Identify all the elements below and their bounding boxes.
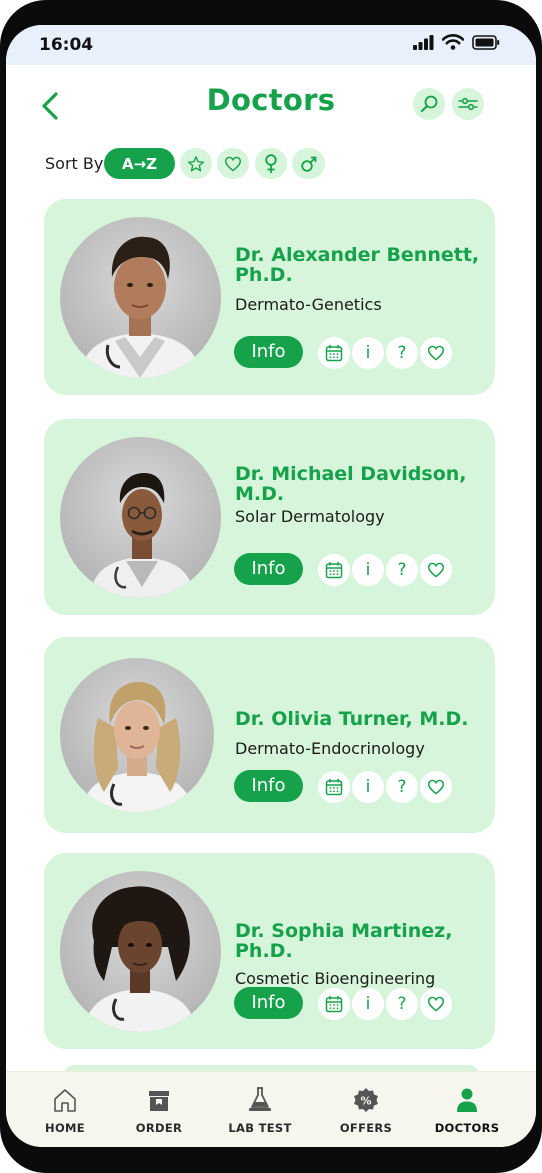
doctor-name: Dr. Sophia Martinez, Ph.D. — [235, 920, 453, 962]
book-appointment-button[interactable] — [318, 554, 350, 586]
doctor-card[interactable]: Dr. Olivia Turner, M.D. Dermato-Endocrin… — [44, 637, 495, 833]
doctor-name: Dr. Michael Davidson, M.D. — [235, 463, 467, 505]
home-icon — [54, 1089, 76, 1112]
doctor-portrait-image — [84, 886, 196, 1032]
nav-label: LAB TEST — [228, 1121, 292, 1135]
sort-label: Sort By — [45, 154, 104, 173]
nav-item-doctors[interactable]: DOCTORS — [417, 1072, 517, 1147]
info-button[interactable]: Info — [234, 336, 303, 368]
details-button[interactable]: i — [352, 337, 384, 369]
nav-label: ORDER — [135, 1121, 183, 1135]
doctor-name: Dr. Alexander Bennett, Ph.D. — [235, 244, 480, 286]
doctor-specialty: Dermato-Genetics — [235, 295, 382, 314]
doctor-card[interactable]: Dr. Michael Davidson, M.D. Solar Dermato… — [44, 419, 495, 615]
star-icon — [187, 155, 205, 171]
discount-badge-icon: % — [354, 1088, 378, 1112]
heart-icon — [427, 779, 445, 795]
info-button[interactable]: Info — [234, 770, 303, 802]
details-button[interactable]: i — [352, 554, 384, 586]
calendar-icon — [325, 562, 343, 579]
person-icon — [457, 1088, 477, 1112]
details-button[interactable]: i — [352, 988, 384, 1020]
info-button[interactable]: Info — [234, 987, 303, 1019]
calendar-icon — [325, 779, 343, 796]
sort-favorites-chip[interactable] — [217, 148, 249, 179]
doctor-portrait-image — [82, 682, 192, 812]
question-icon: ? — [397, 994, 407, 1014]
nav-item-lab-test[interactable]: LAB TEST — [210, 1072, 310, 1147]
sliders-icon — [458, 97, 478, 111]
cellular-signal-icon — [413, 34, 434, 50]
svg-text:%: % — [360, 1095, 371, 1108]
favorite-button[interactable] — [420, 988, 452, 1020]
doctor-avatar — [60, 217, 221, 378]
info-icon: i — [365, 994, 371, 1014]
doctor-portrait-image — [90, 473, 194, 598]
question-button[interactable]: ? — [386, 771, 418, 803]
favorite-button[interactable] — [420, 337, 452, 369]
details-button[interactable]: i — [352, 771, 384, 803]
search-button[interactable] — [413, 88, 445, 120]
sort-male-chip[interactable] — [292, 148, 325, 179]
nav-label: OFFERS — [339, 1121, 393, 1135]
calendar-icon — [325, 345, 343, 362]
wifi-icon — [442, 34, 464, 50]
doctor-avatar — [60, 658, 214, 812]
doctor-avatar — [60, 871, 221, 1032]
heart-icon — [427, 562, 445, 578]
phone-frame: 16:04 Doctors Sort By A→Z Dr. Alexander … — [0, 0, 542, 1173]
book-appointment-button[interactable] — [318, 988, 350, 1020]
doctor-portrait-image — [80, 236, 201, 378]
favorite-button[interactable] — [420, 554, 452, 586]
order-icon — [149, 1091, 169, 1111]
doctor-specialty: Dermato-Endocrinology — [235, 739, 425, 758]
doctor-name: Dr. Olivia Turner, M.D. — [235, 708, 469, 730]
app-screen: 16:04 Doctors Sort By A→Z Dr. Alexander … — [6, 25, 536, 1147]
sort-az-chip[interactable]: A→Z — [104, 148, 175, 179]
question-icon: ? — [397, 777, 407, 797]
doctor-specialty: Solar Dermatology — [235, 507, 385, 526]
heart-icon — [427, 996, 445, 1012]
female-symbol-icon — [265, 153, 277, 173]
question-icon: ? — [397, 343, 407, 363]
favorite-button[interactable] — [420, 771, 452, 803]
calendar-icon — [325, 996, 343, 1013]
nav-label: HOME — [45, 1121, 85, 1135]
info-button[interactable]: Info — [234, 553, 303, 585]
doctor-specialty: Cosmetic Bioengineering — [235, 969, 436, 988]
info-icon: i — [365, 560, 371, 580]
nav-item-offers[interactable]: % OFFERS — [316, 1072, 416, 1147]
filter-button[interactable] — [452, 88, 484, 120]
heart-icon — [225, 156, 241, 171]
question-button[interactable]: ? — [386, 988, 418, 1020]
bottom-nav: HOME ORDER LAB TEST % OFFERS DOCTORS — [6, 1071, 536, 1147]
book-appointment-button[interactable] — [318, 337, 350, 369]
male-symbol-icon — [300, 156, 316, 172]
status-icons — [413, 34, 500, 50]
heart-icon — [427, 345, 445, 361]
question-button[interactable]: ? — [386, 554, 418, 586]
question-icon: ? — [397, 560, 407, 580]
book-appointment-button[interactable] — [318, 771, 350, 803]
sort-rating-chip[interactable] — [180, 148, 212, 179]
doctor-card[interactable]: Dr. Alexander Bennett, Ph.D. Dermato-Gen… — [44, 199, 495, 395]
battery-icon — [472, 34, 500, 50]
nav-item-home[interactable]: HOME — [15, 1072, 115, 1147]
doctor-avatar — [60, 437, 221, 598]
search-icon — [421, 95, 438, 112]
flask-icon — [249, 1087, 271, 1111]
info-icon: i — [365, 343, 371, 363]
info-icon: i — [365, 777, 371, 797]
nav-label: DOCTORS — [434, 1121, 500, 1135]
status-time: 16:04 — [39, 35, 94, 55]
nav-item-order[interactable]: ORDER — [109, 1072, 209, 1147]
question-button[interactable]: ? — [386, 337, 418, 369]
status-bar: 16:04 — [6, 25, 536, 65]
doctor-card[interactable]: Dr. Sophia Martinez, Ph.D. Cosmetic Bioe… — [44, 853, 495, 1049]
sort-female-chip[interactable] — [255, 148, 287, 179]
